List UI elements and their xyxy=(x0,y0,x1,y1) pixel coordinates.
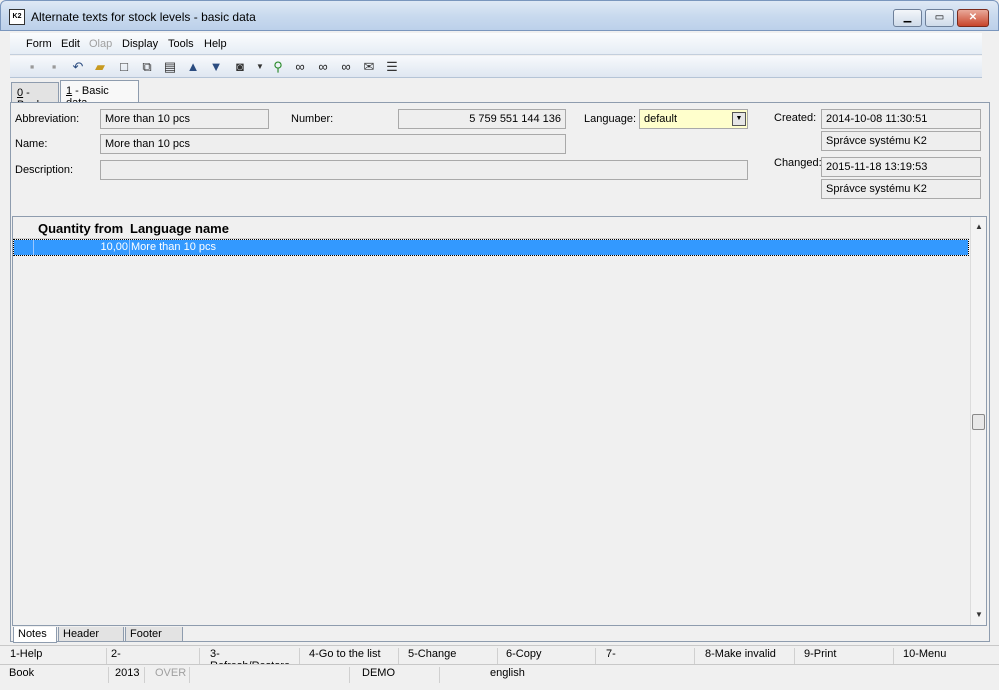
column-quantity-from[interactable]: Quantity from xyxy=(38,221,123,236)
created-date-field[interactable]: 2014-10-08 11:30:51 xyxy=(821,109,981,129)
fkey-1[interactable]: 1-Help xyxy=(0,648,107,664)
vertical-scrollbar[interactable]: ▲ ▼ xyxy=(970,217,986,625)
table-row[interactable]: 10,00 More than 10 pcs xyxy=(13,239,969,256)
name-label: Name: xyxy=(15,138,48,150)
name-field[interactable]: More than 10 pcs xyxy=(100,134,566,154)
row-selector[interactable] xyxy=(14,240,34,255)
tab-notes[interactable]: Notes xyxy=(13,627,57,643)
created-label: Created: xyxy=(774,112,817,124)
fkey-10[interactable]: 10-Menu xyxy=(893,648,993,664)
maximize-button[interactable]: ▭ xyxy=(925,9,954,27)
number-label: Number: xyxy=(291,113,334,125)
fkey-9[interactable]: 9-Print xyxy=(794,648,894,664)
status-mode: Book xyxy=(9,667,109,683)
arrow-down-icon[interactable]: ▼ xyxy=(208,59,224,75)
data-grid[interactable]: Quantity from Language name 10,00 More t… xyxy=(12,216,987,626)
tab-book[interactable]: 0 - Book xyxy=(11,82,59,111)
tab-footer-text[interactable]: Footer text xyxy=(125,627,183,642)
changed-date-field[interactable]: 2015-11-18 13:19:53 xyxy=(821,157,981,177)
scroll-up-icon[interactable]: ▲ xyxy=(971,219,987,235)
status-year: 2013 xyxy=(115,667,145,683)
menu-help[interactable]: Help xyxy=(204,38,227,50)
grid-header: Quantity from Language name xyxy=(13,217,969,239)
close-button[interactable]: ✕ xyxy=(957,9,989,27)
fkey-4[interactable]: 4-Go to the list xyxy=(299,648,399,664)
minimize-button[interactable]: ▁ xyxy=(893,9,922,27)
fkey-3[interactable]: 3-Refresh/Restore xyxy=(200,648,300,672)
dropdown-arrow-icon[interactable]: ▼ xyxy=(252,59,268,75)
tab-basic-data[interactable]: 1 - Basic data xyxy=(60,80,139,109)
column-language-name[interactable]: Language name xyxy=(130,221,229,236)
chevron-down-icon[interactable]: ▼ xyxy=(732,112,746,126)
description-field[interactable] xyxy=(100,160,748,180)
binoculars-prev-icon[interactable]: ∞ xyxy=(338,59,354,75)
book-icon[interactable]: ▤ xyxy=(162,59,178,75)
row-quantity[interactable]: 10,00 xyxy=(35,241,128,253)
save-icon[interactable]: ▪ xyxy=(24,59,40,75)
arrow-up-icon[interactable]: ▲ xyxy=(185,59,201,75)
changed-by-field[interactable]: Správce systému K2 xyxy=(821,179,981,199)
menu-olap: Olap xyxy=(89,38,113,50)
undo-icon[interactable]: ↶ xyxy=(70,59,86,75)
changed-label: Changed: xyxy=(774,157,822,169)
status-db: DEMO xyxy=(362,667,440,683)
row-language-name[interactable]: More than 10 pcs xyxy=(131,241,216,253)
fkey-7[interactable]: 7- xyxy=(596,648,695,664)
abbreviation-field[interactable]: More than 10 pcs xyxy=(100,109,269,129)
status-over: OVER xyxy=(155,667,190,683)
new-document-icon[interactable]: □ xyxy=(116,59,132,75)
fkey-2[interactable]: 2- xyxy=(101,648,200,664)
toolbar xyxy=(10,56,982,78)
app-icon: K2 xyxy=(9,9,25,25)
fkey-8[interactable]: 8-Make invalid xyxy=(695,648,795,664)
fkey-6[interactable]: 6-Copy xyxy=(496,648,596,664)
description-label: Description: xyxy=(15,164,74,176)
save-as-icon[interactable]: ▪ xyxy=(46,59,62,75)
number-field[interactable]: 5 759 551 144 136 xyxy=(398,109,566,129)
binoculars-icon[interactable]: ∞ xyxy=(292,59,308,75)
menu-form[interactable]: Form xyxy=(26,38,52,50)
created-by-field[interactable]: Správce systému K2 xyxy=(821,131,981,151)
fkey-5[interactable]: 5-Change xyxy=(398,648,498,664)
filter-icon[interactable]: ⚲ xyxy=(270,59,286,75)
mail-icon[interactable]: ✉ xyxy=(361,59,377,75)
language-label: Language: xyxy=(584,113,636,125)
menu-edit[interactable]: Edit xyxy=(61,38,80,50)
menu-tools[interactable]: Tools xyxy=(168,38,194,50)
binoculars-next-icon[interactable]: ∞ xyxy=(315,59,331,75)
row-divider xyxy=(129,240,130,255)
window-title: Alternate texts for stock levels - basic… xyxy=(31,10,256,24)
scroll-thumb[interactable] xyxy=(972,414,985,430)
status-language: english xyxy=(490,667,525,679)
menu-lines-icon[interactable]: ☰ xyxy=(384,59,400,75)
scroll-down-icon[interactable]: ▼ xyxy=(971,607,987,623)
open-folder-icon[interactable]: ▰ xyxy=(92,59,108,75)
abbreviation-label: Abbreviation: xyxy=(15,113,80,125)
camera-icon[interactable]: ◙ xyxy=(232,59,248,75)
menu-display[interactable]: Display xyxy=(122,38,158,50)
status-empty xyxy=(200,667,350,683)
tab-header-text[interactable]: Header text xyxy=(58,627,124,642)
copy-icon[interactable]: ⧉ xyxy=(139,59,155,75)
